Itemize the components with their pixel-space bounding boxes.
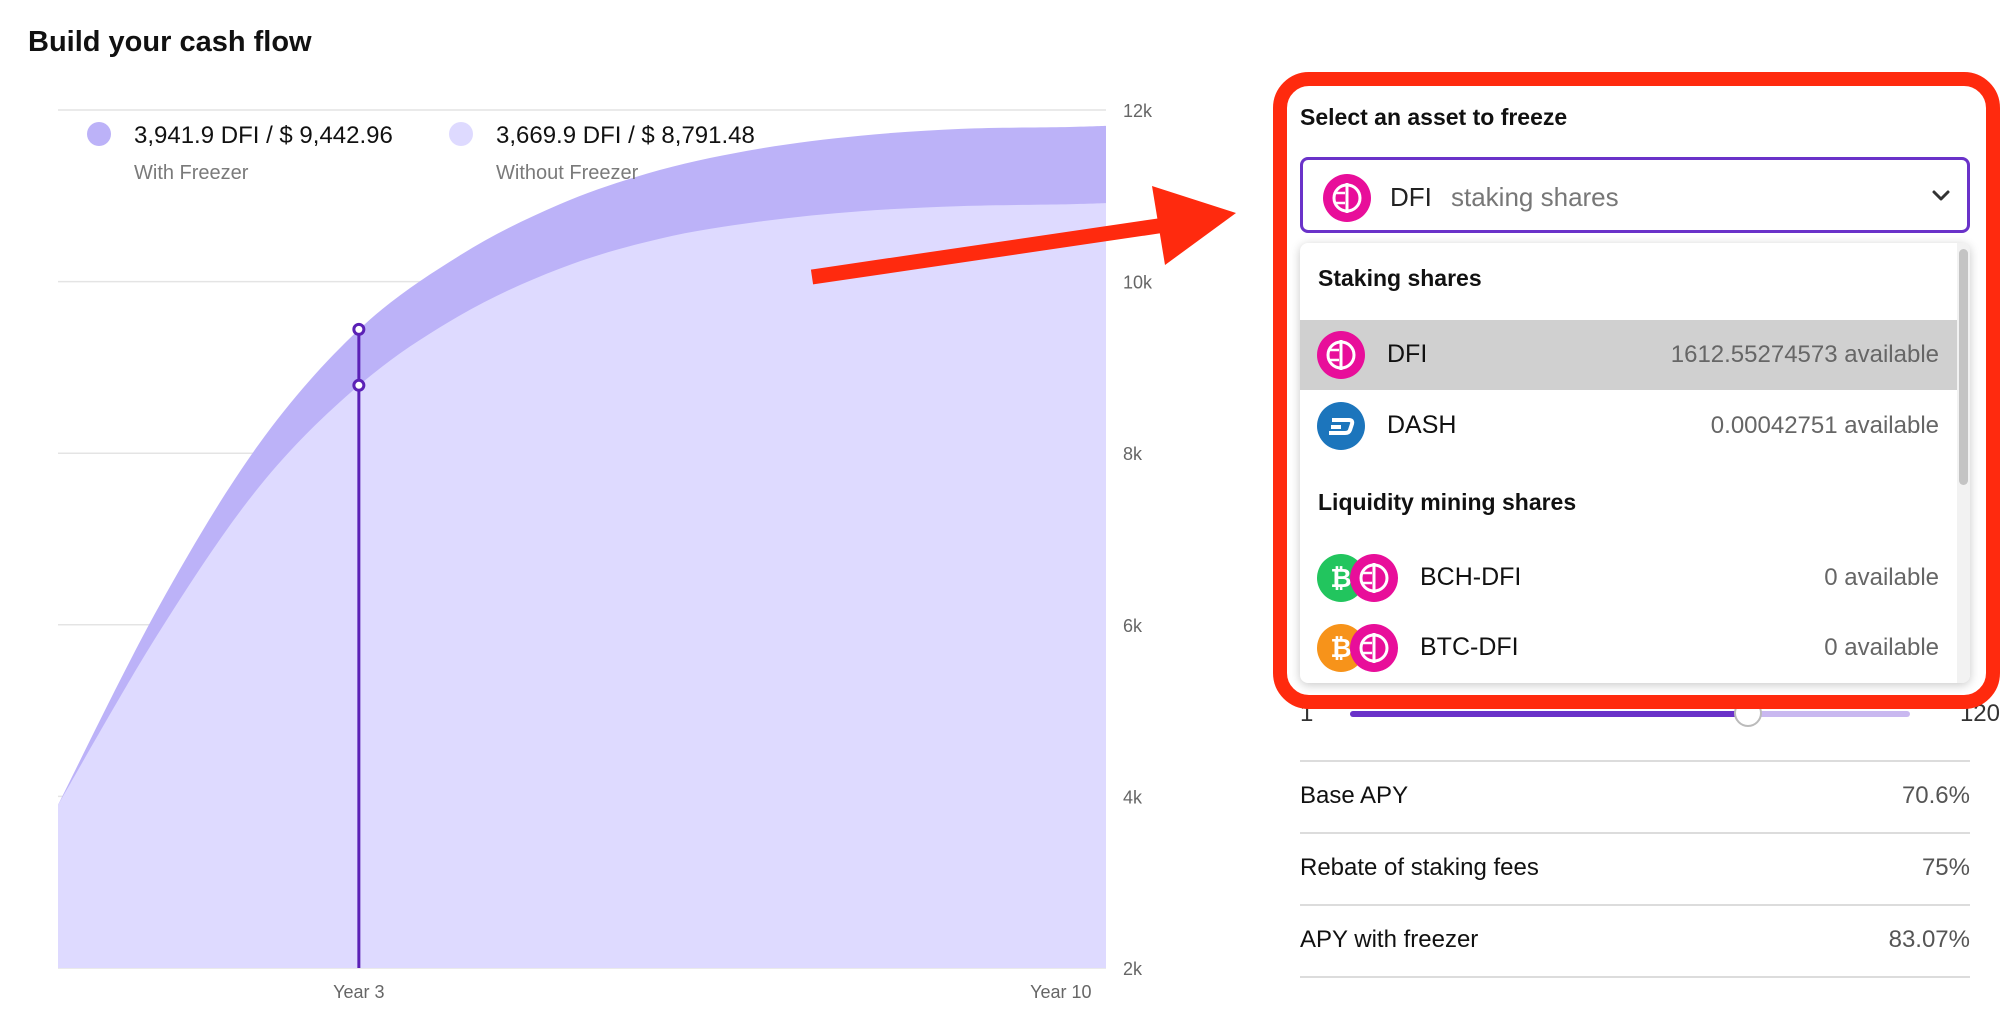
cash-flow-chart: 2k 4k 6k 8k 10k 12k Year 3 Year 10	[58, 101, 1153, 1002]
x-tick-label: Year 3	[333, 982, 384, 1002]
y-tick-label: 12k	[1123, 101, 1153, 121]
stat-value: 70.6%	[1901, 782, 1970, 809]
stat-label: Rebate of staking fees	[1300, 854, 1539, 881]
legend-dot-without	[449, 122, 473, 146]
y-tick-label: 4k	[1123, 787, 1143, 807]
legend-dot-with	[87, 122, 111, 146]
staking-shares-header: Staking shares	[1318, 265, 1482, 291]
asset-select[interactable]: DFI staking shares	[1300, 157, 1970, 233]
y-tick-label: 8k	[1123, 444, 1143, 464]
stat-value: 75%	[1921, 854, 1970, 881]
legend-label-without: Without Freezer	[496, 162, 639, 184]
svg-text:₿: ₿	[1330, 634, 1351, 664]
legend-value-with: 3,941.9 DFI / $ 9,442.96	[134, 122, 393, 149]
dropdown-item-available: 0 available	[1824, 564, 1939, 591]
dropdown-item-bch-dfi[interactable]: ₿ BCH-DFI 0 available	[1300, 543, 1957, 613]
dropdown-item-name: BCH-DFI	[1420, 563, 1522, 591]
dropdown-scroll-thumb[interactable]	[1959, 249, 1968, 485]
y-tick-label: 2k	[1123, 959, 1143, 979]
chevron-down-icon[interactable]	[1929, 184, 1953, 213]
select-asset-label: Select an asset to freeze	[1300, 104, 1568, 130]
selected-asset-symbol: DFI	[1390, 182, 1432, 212]
freezer-panel: Select an asset to freeze DFI staking sh…	[1270, 0, 2000, 1018]
slider-handle[interactable]	[1733, 699, 1762, 727]
dropdown-item-available: 0.00042751 available	[1710, 412, 1939, 439]
dfi-icon	[1350, 624, 1398, 677]
slider-max-label: 120	[1959, 700, 2000, 727]
stat-row-rebate: Rebate of staking fees 75%	[1300, 834, 1970, 906]
dropdown-scrollbar[interactable]	[1957, 243, 1970, 683]
legend-label-with: With Freezer	[134, 162, 249, 184]
dropdown-item-btc-dfi[interactable]: ₿ BTC-DFI 0 available	[1300, 613, 1957, 683]
dash-icon	[1317, 402, 1365, 455]
asset-dropdown: Staking shares DFI 1612.55274573 availab…	[1300, 243, 1970, 683]
x-tick-label: Year 10	[1030, 982, 1091, 1002]
dropdown-item-available: 1612.55274573 available	[1670, 341, 1939, 368]
dfi-icon	[1350, 554, 1398, 607]
stat-row-apy-with-freezer: APY with freezer 83.07%	[1300, 906, 1970, 978]
y-tick-label: 10k	[1123, 273, 1153, 293]
dropdown-item-available: 0 available	[1824, 634, 1939, 661]
stat-row-base-apy: Base APY 70.6%	[1300, 762, 1970, 834]
dropdown-item-name: DASH	[1387, 411, 1457, 439]
slider-min-label: 1	[1300, 700, 1314, 727]
dfi-icon	[1317, 331, 1365, 384]
dropdown-item-dfi[interactable]: DFI 1612.55274573 available	[1300, 320, 1957, 390]
marker-point-without	[352, 378, 366, 392]
duration-slider[interactable]	[1350, 699, 1910, 727]
legend-value-without: 3,669.9 DFI / $ 8,791.48	[496, 122, 755, 149]
marker-point-with	[352, 322, 366, 336]
stat-label: APY with freezer	[1300, 926, 1479, 953]
dropdown-item-name: BTC-DFI	[1420, 633, 1519, 661]
slider-fill	[1350, 711, 1748, 717]
svg-text:₿: ₿	[1330, 564, 1351, 594]
stat-label: Base APY	[1300, 782, 1409, 809]
area-without-freezer	[58, 203, 1106, 968]
dropdown-item-name: DFI	[1387, 340, 1428, 368]
liquidity-mining-header: Liquidity mining shares	[1318, 489, 1577, 515]
y-tick-label: 6k	[1123, 616, 1143, 636]
dfi-icon	[1323, 174, 1371, 227]
selected-asset-type: staking shares	[1451, 182, 1619, 212]
dropdown-item-dash[interactable]: DASH 0.00042751 available	[1300, 391, 1957, 461]
stat-value: 83.07%	[1888, 926, 1970, 953]
